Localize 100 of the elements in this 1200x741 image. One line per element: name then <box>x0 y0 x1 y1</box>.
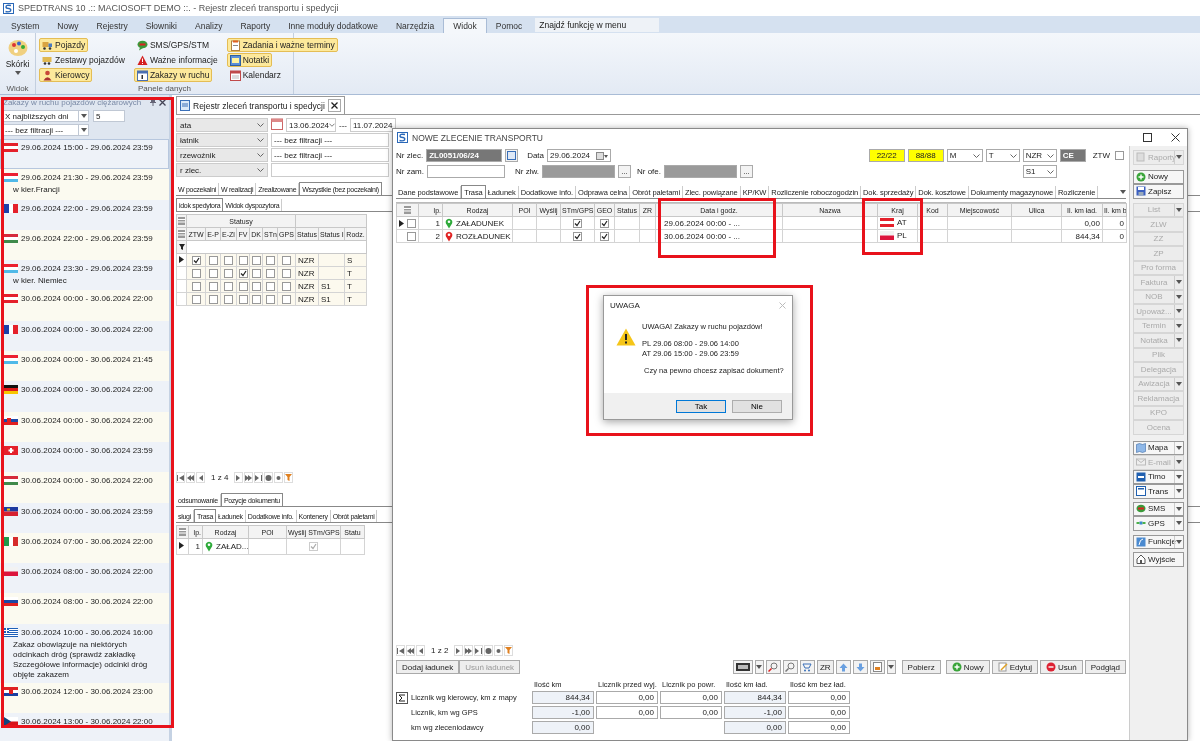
ban-list-item[interactable]: 29.06.2024 23:30 - 29.06.2024 23:59 w kier. Niemiec <box>0 260 169 291</box>
menu-tab[interactable]: Narzędzia <box>386 18 444 33</box>
ribbon-button[interactable]: Notatki <box>226 53 273 67</box>
filter-field-select[interactable]: ata <box>176 118 268 132</box>
ban-list-item[interactable]: 30.06.2024 00:00 - 30.06.2024 22:00 <box>0 320 169 352</box>
ribbon-button[interactable]: Ważne informacje <box>133 53 221 67</box>
ban-list-item[interactable]: 30.06.2024 10:00 - 30.06.2024 16:00 Zakaz obowiązuje na niektórych odcinkach dróg (sprawdź zakładkę Szczegółowe informacje) odcinki dróg objęte zakazem <box>0 623 169 683</box>
dropdown-caret[interactable] <box>1174 441 1183 454</box>
menu-tab[interactable]: Słowniki <box>136 18 186 33</box>
status-select[interactable]: S1 <box>1022 165 1057 178</box>
dropdown-caret[interactable] <box>1174 502 1183 515</box>
close-icon[interactable] <box>159 98 166 106</box>
checkbox[interactable] <box>239 281 248 291</box>
range-select[interactable]: X najbliższych dni <box>2 110 89 122</box>
checkbox[interactable] <box>252 268 261 278</box>
cargo-button[interactable]: Dodaj ładunek <box>396 660 460 674</box>
status-select[interactable]: T <box>985 149 1020 162</box>
zoom-icon[interactable] <box>782 660 798 674</box>
checkbox[interactable] <box>191 281 201 291</box>
zr-button[interactable]: ZR <box>816 660 834 674</box>
order-ref-field[interactable] <box>427 165 505 178</box>
checkbox[interactable] <box>252 255 261 265</box>
dropdown-button[interactable] <box>754 660 764 674</box>
filter-field-select[interactable]: łatnik <box>176 133 268 147</box>
side-button[interactable]: Zapisz <box>1133 184 1184 199</box>
checkbox[interactable] <box>407 218 416 228</box>
toolbar-button[interactable]: Edytuj <box>991 660 1038 674</box>
pager-button[interactable] <box>484 645 494 656</box>
checkbox[interactable] <box>265 268 275 278</box>
toolbar-button[interactable]: Usuń <box>1039 660 1083 674</box>
route-icon[interactable] <box>799 660 815 674</box>
checkbox[interactable] <box>573 231 582 241</box>
checkbox[interactable] <box>600 231 609 241</box>
ban-list-item[interactable]: 30.06.2024 00:00 - 30.06.2024 22:00 <box>0 411 169 442</box>
ban-list-item[interactable]: 30.06.2024 00:00 - 30.06.2024 22:00 <box>0 381 169 412</box>
checkbox[interactable] <box>191 255 201 265</box>
pager-button[interactable] <box>244 472 254 483</box>
zlw-field[interactable] <box>542 165 615 178</box>
zoom-icon[interactable] <box>765 660 781 674</box>
ribbon-button[interactable]: Pojazdy <box>39 38 89 52</box>
move-up-icon[interactable] <box>835 660 851 674</box>
ban-list-item[interactable]: 29.06.2024 15:00 - 29.06.2024 23:59 <box>0 139 169 170</box>
menu-tab[interactable]: Raporty <box>231 18 280 33</box>
side-button[interactable]: Mapa <box>1133 440 1184 455</box>
checkbox[interactable] <box>573 218 582 228</box>
ban-list-item[interactable]: 30.06.2024 07:00 - 30.06.2024 22:00 <box>0 532 169 564</box>
checkbox[interactable] <box>252 281 261 291</box>
pager-button[interactable] <box>274 472 284 483</box>
dropdown-button[interactable] <box>886 660 896 674</box>
date-field[interactable]: 13.06.2024 <box>286 118 336 132</box>
menu-tab[interactable]: Analizy <box>186 18 232 33</box>
ribbon-button[interactable]: SMS/GPS/STM <box>133 38 212 52</box>
palette-icon[interactable] <box>7 39 28 57</box>
toolbar-button[interactable]: Podgląd <box>1084 660 1126 674</box>
pager-button[interactable] <box>494 645 504 656</box>
ribbon-button[interactable]: Kalendarz <box>226 68 284 82</box>
ban-list-item[interactable]: 29.06.2024 22:00 - 29.06.2024 23:59 <box>0 199 169 230</box>
numbering-button[interactable] <box>505 149 519 162</box>
checkbox[interactable] <box>282 294 291 304</box>
status-select[interactable]: NZR <box>1022 149 1057 162</box>
checkbox[interactable] <box>239 268 248 278</box>
toolbar-button[interactable]: Nowy <box>945 660 990 674</box>
checkbox[interactable] <box>265 255 275 265</box>
ribbon-button[interactable]: Zadania i ważne terminy <box>226 38 338 52</box>
checkbox[interactable] <box>224 268 233 278</box>
menu-tab[interactable]: Rejestry <box>87 18 137 33</box>
ban-list-item[interactable]: 30.06.2024 12:00 - 30.06.2024 23:00 <box>0 682 169 714</box>
menu-tab[interactable]: Inne moduły dodatkowe <box>279 18 387 33</box>
pager-button[interactable] <box>464 645 474 656</box>
menu-tab[interactable]: System <box>2 18 49 33</box>
document-icon[interactable] <box>869 660 885 674</box>
side-button[interactable]: GPS <box>1133 516 1184 531</box>
days-field[interactable]: 5 <box>93 110 125 122</box>
dropdown-caret[interactable] <box>1174 470 1183 483</box>
checkbox[interactable] <box>282 281 291 291</box>
filter-field-select[interactable]: r zlec. <box>176 163 268 177</box>
pager-button[interactable] <box>196 472 205 483</box>
filter-value-field[interactable] <box>271 163 389 177</box>
close-button[interactable] <box>327 99 341 112</box>
checkbox[interactable] <box>239 294 248 304</box>
side-button[interactable]: Wyjście <box>1133 552 1184 567</box>
checkbox[interactable] <box>600 218 609 228</box>
pager-button[interactable] <box>396 645 405 656</box>
filter-select[interactable]: --- bez filtracji --- <box>2 124 89 136</box>
checkbox[interactable] <box>208 268 218 278</box>
ban-list-item[interactable]: 30.06.2024 08:00 - 30.06.2024 22:00 <box>0 563 169 594</box>
order-number-field[interactable]: ZL0051/06/24 <box>426 149 503 162</box>
dropdown-caret[interactable] <box>1174 535 1183 548</box>
checkbox[interactable] <box>239 255 248 265</box>
checkbox[interactable] <box>309 542 318 552</box>
checkbox[interactable] <box>224 281 233 291</box>
ban-list-item[interactable]: 30.06.2024 00:00 - 30.06.2024 23:59 <box>0 441 169 473</box>
ribbon-button[interactable]: Zestawy pojazdów <box>39 53 128 67</box>
checkbox[interactable] <box>191 294 201 304</box>
offer-field[interactable] <box>664 165 737 178</box>
checkbox[interactable] <box>208 294 218 304</box>
menu-tab[interactable]: Pomoc <box>486 18 532 33</box>
dialog-button[interactable]: Tak <box>676 399 726 413</box>
checkbox[interactable] <box>282 255 291 265</box>
ban-list-item[interactable]: 30.06.2024 00:00 - 30.06.2024 21:45 <box>0 351 169 382</box>
